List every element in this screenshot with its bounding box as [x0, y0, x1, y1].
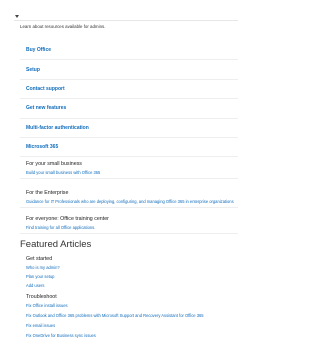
quick-links-list: Buy Office Setup Contact support Get new…	[20, 41, 238, 158]
card-link[interactable]: Find training for all Office application…	[20, 225, 238, 230]
quick-link-label[interactable]: Contact support	[20, 86, 65, 92]
card-title: For everyone: Office training center	[26, 216, 109, 222]
quick-link-buy-office[interactable]: Buy Office	[20, 41, 238, 61]
quick-link-label[interactable]: Microsoft 365	[20, 144, 58, 150]
featured-articles-heading: Featured Articles	[20, 239, 92, 250]
card-training-center: For everyone: Office training center Fin…	[20, 216, 238, 234]
quick-link-microsoft-365[interactable]: Microsoft 365	[20, 138, 238, 158]
section-title-get-started: Get started	[26, 256, 53, 262]
intro-text: Learn about resources available for admi…	[20, 24, 106, 29]
quick-link-label[interactable]: Multi-factor authentication	[20, 125, 89, 131]
quick-link-label[interactable]: Buy Office	[20, 47, 51, 53]
quick-link-setup[interactable]: Setup	[20, 60, 238, 80]
section-title-troubleshoot: Troubleshoot	[26, 294, 57, 300]
quick-link-get-new-features[interactable]: Get new features	[20, 99, 238, 119]
article-link[interactable]: Who is my admin?	[26, 265, 60, 270]
quick-link-contact-support[interactable]: Contact support	[20, 80, 238, 100]
quick-link-label[interactable]: Get new features	[20, 105, 66, 111]
article-link[interactable]: Fix Office install issues	[26, 303, 68, 308]
card-enterprise: For the Enterprise Guidance for IT Profe…	[20, 190, 238, 208]
admin-help-page: Learn about resources available for admi…	[0, 0, 252, 356]
article-link[interactable]: Fix email issues	[26, 323, 55, 328]
quick-link-mfa[interactable]: Multi-factor authentication	[20, 119, 238, 138]
article-link[interactable]: Add users	[26, 283, 44, 288]
card-small-business: For your small business Build your small…	[20, 161, 238, 179]
card-link[interactable]: Guidance for IT Professionals who are de…	[20, 199, 238, 204]
article-link[interactable]: Plan your setup	[26, 274, 54, 279]
top-divider	[14, 20, 238, 21]
article-link[interactable]: Fix Outlook and Office 365 problems with…	[26, 313, 204, 318]
card-title: For your small business	[26, 161, 82, 167]
card-title: For the Enterprise	[26, 190, 69, 196]
quick-link-label[interactable]: Setup	[20, 67, 40, 73]
card-link[interactable]: Build your small business with Office 36…	[20, 170, 238, 175]
article-link[interactable]: Fix OneDrive for Business sync issues	[26, 333, 96, 338]
